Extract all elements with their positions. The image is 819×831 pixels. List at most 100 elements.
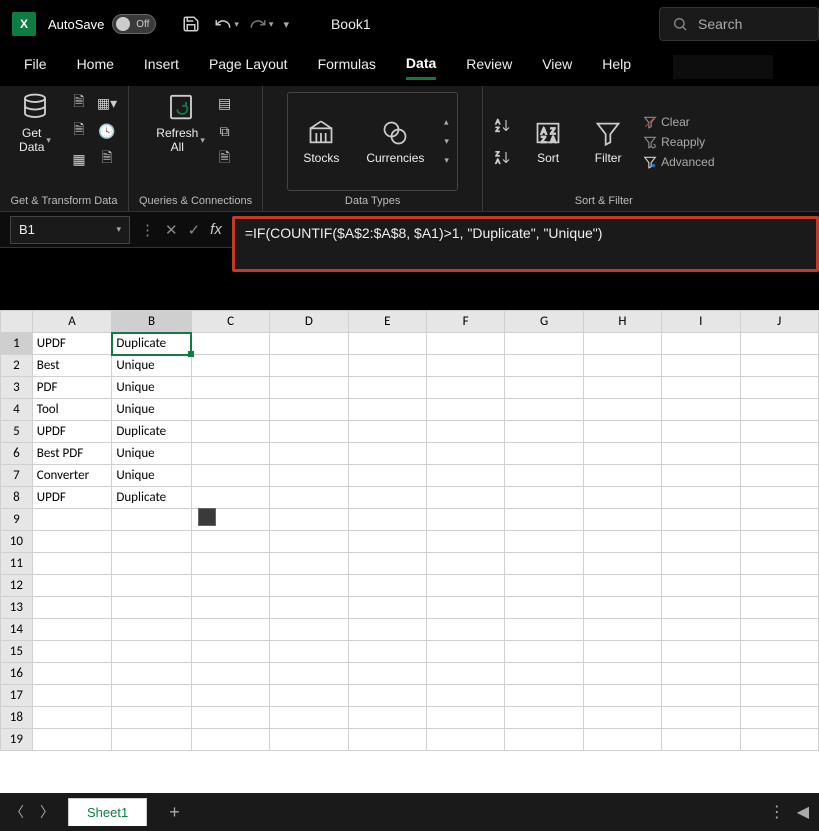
row-header[interactable]: 6	[1, 443, 33, 465]
row-header[interactable]: 16	[1, 663, 33, 685]
cell[interactable]	[32, 641, 112, 663]
cell[interactable]	[348, 399, 426, 421]
redo-button[interactable]: ▾	[249, 15, 274, 33]
column-header[interactable]: H	[583, 311, 661, 333]
cell[interactable]	[426, 333, 504, 355]
cell[interactable]	[505, 487, 583, 509]
edit-links-icon[interactable]: 🗎	[214, 148, 236, 170]
autosave-toggle[interactable]: Off	[112, 14, 156, 34]
cell[interactable]	[348, 531, 426, 553]
cell[interactable]	[662, 377, 740, 399]
from-text-icon[interactable]: 🗎	[68, 92, 90, 114]
cell[interactable]	[348, 553, 426, 575]
tab-insert[interactable]: Insert	[144, 56, 179, 78]
cell[interactable]	[112, 619, 192, 641]
cell[interactable]	[583, 465, 661, 487]
cell[interactable]	[583, 729, 661, 751]
more-icon[interactable]: ⋮	[140, 221, 155, 239]
cell[interactable]	[426, 707, 504, 729]
cell[interactable]	[191, 399, 269, 421]
cell[interactable]	[426, 443, 504, 465]
cell[interactable]	[583, 509, 661, 531]
cell[interactable]: UPDF	[32, 421, 112, 443]
column-header[interactable]: F	[426, 311, 504, 333]
cell[interactable]: Tool	[32, 399, 112, 421]
cell[interactable]	[426, 355, 504, 377]
cell[interactable]	[426, 531, 504, 553]
cell[interactable]	[740, 531, 819, 553]
sheet-tab[interactable]: Sheet1	[68, 798, 147, 826]
tab-file[interactable]: File	[24, 56, 47, 78]
cell[interactable]	[191, 729, 269, 751]
cell[interactable]	[583, 619, 661, 641]
cell[interactable]	[505, 597, 583, 619]
cell[interactable]	[583, 487, 661, 509]
cell[interactable]: Unique	[112, 465, 192, 487]
cell[interactable]	[740, 465, 819, 487]
chevron-down-icon[interactable]: ▾	[116, 224, 121, 235]
cell[interactable]	[270, 377, 348, 399]
cell[interactable]	[505, 399, 583, 421]
sort-button[interactable]: AZZA Sort	[523, 119, 573, 165]
cell[interactable]: Duplicate	[112, 487, 192, 509]
cell[interactable]	[348, 685, 426, 707]
recent-sources-icon[interactable]: 🕓	[96, 120, 118, 142]
cell[interactable]	[112, 685, 192, 707]
row-header[interactable]: 5	[1, 421, 33, 443]
cell[interactable]	[740, 553, 819, 575]
cell[interactable]	[662, 487, 740, 509]
cell[interactable]	[112, 641, 192, 663]
save-icon[interactable]	[178, 11, 204, 37]
cell[interactable]	[270, 597, 348, 619]
cell[interactable]	[32, 707, 112, 729]
cell[interactable]	[270, 465, 348, 487]
cell[interactable]	[662, 509, 740, 531]
cell[interactable]	[662, 685, 740, 707]
cell[interactable]	[270, 421, 348, 443]
select-all-corner[interactable]	[1, 311, 33, 333]
row-header[interactable]: 18	[1, 707, 33, 729]
cell[interactable]	[662, 443, 740, 465]
filter-button[interactable]: Filter	[583, 119, 633, 165]
cell[interactable]	[505, 619, 583, 641]
cell[interactable]	[662, 619, 740, 641]
cell[interactable]	[270, 333, 348, 355]
cell[interactable]	[32, 575, 112, 597]
cell[interactable]	[505, 707, 583, 729]
chevron-down-icon[interactable]: ▾	[234, 19, 239, 30]
cell[interactable]	[583, 355, 661, 377]
cell[interactable]	[348, 619, 426, 641]
chevron-down-icon[interactable]: ▾	[444, 155, 449, 166]
cell[interactable]	[583, 421, 661, 443]
advanced-filter-button[interactable]: Advanced	[643, 155, 714, 169]
from-web-icon[interactable]: ▦▾	[96, 92, 118, 114]
column-header[interactable]: A	[32, 311, 112, 333]
qat-customize-icon[interactable]: ▾	[283, 18, 289, 31]
cell[interactable]	[583, 597, 661, 619]
cell[interactable]	[348, 377, 426, 399]
cell[interactable]	[191, 333, 269, 355]
cell[interactable]	[740, 509, 819, 531]
cell[interactable]	[505, 421, 583, 443]
cell[interactable]	[426, 729, 504, 751]
cell[interactable]	[426, 685, 504, 707]
cell[interactable]	[505, 553, 583, 575]
row-header[interactable]: 9	[1, 509, 33, 531]
cell[interactable]: Best PDF	[32, 443, 112, 465]
cell[interactable]	[348, 663, 426, 685]
cell[interactable]	[270, 531, 348, 553]
cancel-icon[interactable]: ✕	[165, 221, 178, 239]
cell[interactable]	[426, 421, 504, 443]
cell[interactable]	[426, 641, 504, 663]
cell[interactable]	[32, 663, 112, 685]
prev-sheet-icon[interactable]: 〈	[10, 802, 24, 822]
row-header[interactable]: 13	[1, 597, 33, 619]
cell[interactable]	[740, 355, 819, 377]
cell[interactable]	[583, 685, 661, 707]
cell[interactable]	[662, 421, 740, 443]
cell[interactable]	[583, 663, 661, 685]
cell[interactable]	[662, 641, 740, 663]
cell[interactable]	[740, 641, 819, 663]
cell[interactable]	[112, 531, 192, 553]
row-header[interactable]: 12	[1, 575, 33, 597]
